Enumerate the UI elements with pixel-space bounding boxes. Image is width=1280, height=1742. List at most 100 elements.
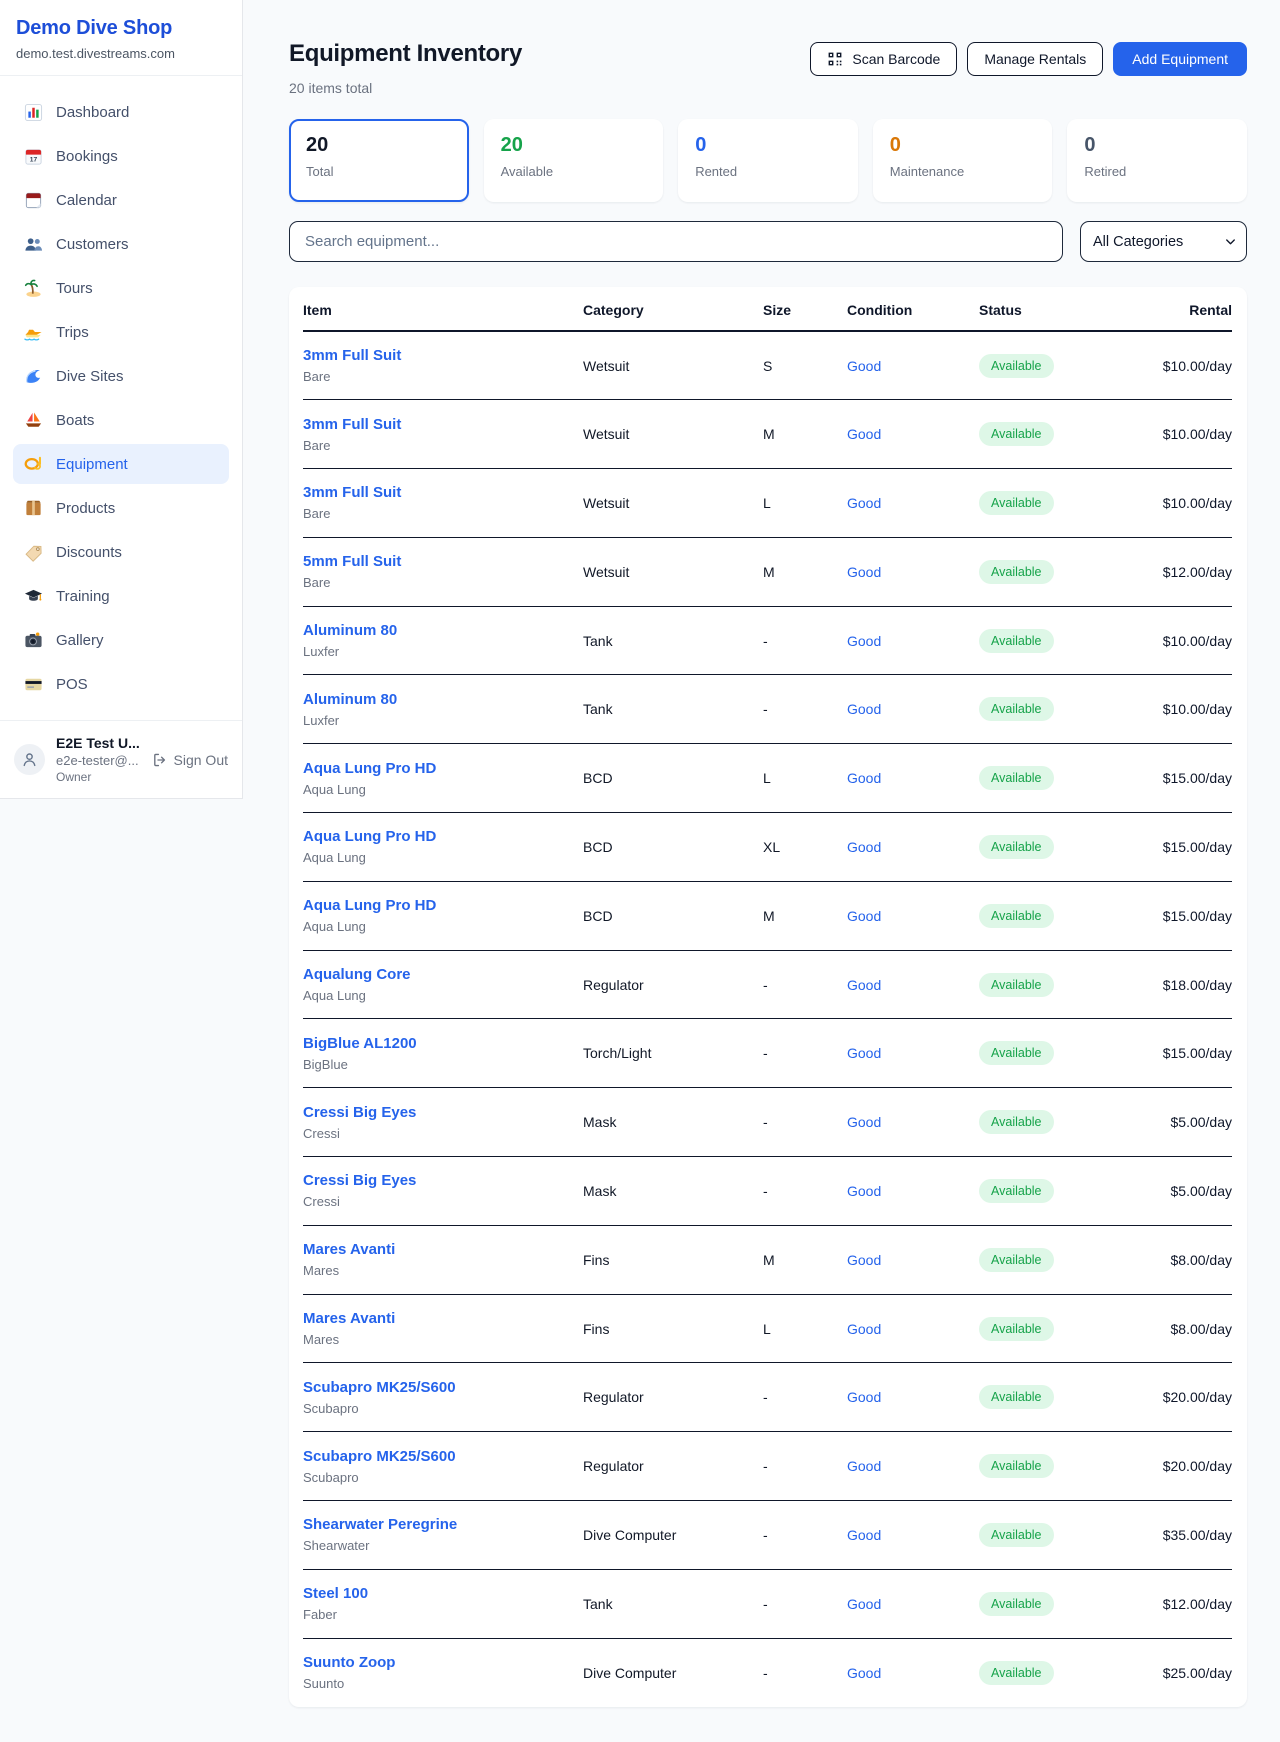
item-category: Tank	[583, 1569, 763, 1638]
item-condition-link[interactable]: Good	[847, 770, 881, 786]
item-name-link[interactable]: Aluminum 80	[303, 622, 583, 639]
item-condition-link[interactable]: Good	[847, 701, 881, 717]
page-header: Equipment Inventory 20 items total Scan …	[289, 40, 1247, 96]
sign-out-button[interactable]: Sign Out	[152, 752, 228, 768]
boats-icon	[24, 411, 43, 430]
equipment-icon	[24, 455, 43, 474]
item-name-link[interactable]: 5mm Full Suit	[303, 553, 583, 570]
stat-value: 20	[306, 133, 452, 157]
item-condition-link[interactable]: Good	[847, 358, 881, 374]
item-condition-link[interactable]: Good	[847, 977, 881, 993]
item-name-link[interactable]: Steel 100	[303, 1585, 583, 1602]
sidebar-item-dashboard[interactable]: Dashboard	[13, 92, 229, 132]
item-condition-link[interactable]: Good	[847, 1389, 881, 1405]
item-condition-link[interactable]: Good	[847, 839, 881, 855]
item-size: -	[763, 1363, 847, 1432]
sidebar-item-boats[interactable]: Boats	[13, 400, 229, 440]
page-title: Equipment Inventory	[289, 40, 522, 68]
item-condition-link[interactable]: Good	[847, 1183, 881, 1199]
sidebar-item-discounts[interactable]: Discounts	[13, 532, 229, 572]
item-name-link[interactable]: Mares Avanti	[303, 1310, 583, 1327]
table-row: Scubapro MK25/S600 Scubapro Regulator - …	[303, 1363, 1232, 1432]
stat-label: Available	[501, 164, 647, 179]
item-category: Tank	[583, 606, 763, 675]
sidebar-item-bookings[interactable]: Bookings	[13, 136, 229, 176]
item-condition-link[interactable]: Good	[847, 495, 881, 511]
sidebar-item-training[interactable]: Training	[13, 576, 229, 616]
sidebar-item-equipment[interactable]: Equipment	[13, 444, 229, 484]
item-name-link[interactable]: Aluminum 80	[303, 691, 583, 708]
item-condition-link[interactable]: Good	[847, 1252, 881, 1268]
add-equipment-button[interactable]: Add Equipment	[1113, 42, 1247, 76]
item-name-link[interactable]: Suunto Zoop	[303, 1654, 583, 1671]
item-name-link[interactable]: Aqua Lung Pro HD	[303, 828, 583, 845]
item-size: -	[763, 1501, 847, 1570]
item-condition-link[interactable]: Good	[847, 1114, 881, 1130]
item-condition-link[interactable]: Good	[847, 1321, 881, 1337]
item-name-link[interactable]: Cressi Big Eyes	[303, 1172, 583, 1189]
item-condition-link[interactable]: Good	[847, 1596, 881, 1612]
sidebar-item-dive-sites[interactable]: Dive Sites	[13, 356, 229, 396]
item-condition-link[interactable]: Good	[847, 1458, 881, 1474]
item-condition-link[interactable]: Good	[847, 1527, 881, 1543]
item-condition-link[interactable]: Good	[847, 1045, 881, 1061]
item-condition-link[interactable]: Good	[847, 633, 881, 649]
table-row: Aqua Lung Pro HD Aqua Lung BCD M Good Av…	[303, 881, 1232, 950]
sidebar-item-label: Calendar	[56, 192, 117, 209]
item-condition-link[interactable]: Good	[847, 564, 881, 580]
sidebar-item-tours[interactable]: Tours	[13, 268, 229, 308]
item-name-link[interactable]: Cressi Big Eyes	[303, 1104, 583, 1121]
trips-icon	[24, 323, 43, 342]
user-info: E2E Test U... e2e-tester@... Owner	[56, 735, 141, 784]
item-size: S	[763, 331, 847, 400]
item-name-link[interactable]: Mares Avanti	[303, 1241, 583, 1258]
sidebar-item-customers[interactable]: Customers	[13, 224, 229, 264]
item-name-link[interactable]: Scubapro MK25/S600	[303, 1448, 583, 1465]
item-name-link[interactable]: Scubapro MK25/S600	[303, 1379, 583, 1396]
item-category: Wetsuit	[583, 400, 763, 469]
item-condition-link[interactable]: Good	[847, 426, 881, 442]
filter-bar: All Categories	[289, 221, 1247, 262]
item-brand: Aqua Lung	[303, 850, 583, 865]
sidebar-item-calendar[interactable]: Calendar	[13, 180, 229, 220]
item-brand: Cressi	[303, 1126, 583, 1141]
status-badge: Available	[979, 835, 1054, 859]
stat-card-retired[interactable]: 0 Retired	[1067, 119, 1247, 202]
scan-barcode-button[interactable]: Scan Barcode	[810, 42, 957, 76]
table-row: Aqua Lung Pro HD Aqua Lung BCD XL Good A…	[303, 813, 1232, 882]
status-badge: Available	[979, 560, 1054, 584]
item-brand: Luxfer	[303, 644, 583, 659]
item-name-link[interactable]: Shearwater Peregrine	[303, 1516, 583, 1533]
sidebar-item-gallery[interactable]: Gallery	[13, 620, 229, 660]
table-row: BigBlue AL1200 BigBlue Torch/Light - Goo…	[303, 1019, 1232, 1088]
user-email: e2e-tester@...	[56, 753, 141, 768]
col-condition: Condition	[847, 287, 979, 331]
sidebar-item-pos[interactable]: POS	[13, 664, 229, 704]
manage-rentals-button[interactable]: Manage Rentals	[967, 42, 1103, 76]
stat-card-rented[interactable]: 0 Rented	[678, 119, 858, 202]
item-name-link[interactable]: Aqua Lung Pro HD	[303, 760, 583, 777]
item-size: -	[763, 1432, 847, 1501]
item-size: M	[763, 400, 847, 469]
item-name-link[interactable]: 3mm Full Suit	[303, 416, 583, 433]
category-select[interactable]: All Categories	[1080, 221, 1247, 262]
table-row: 3mm Full Suit Bare Wetsuit M Good Availa…	[303, 400, 1232, 469]
item-condition-link[interactable]: Good	[847, 1665, 881, 1681]
item-rental-price: $15.00/day	[1139, 813, 1232, 882]
item-rental-price: $18.00/day	[1139, 950, 1232, 1019]
search-input[interactable]	[289, 221, 1063, 262]
item-rental-price: $5.00/day	[1139, 1157, 1232, 1226]
stat-card-maintenance[interactable]: 0 Maintenance	[873, 119, 1053, 202]
item-name-link[interactable]: 3mm Full Suit	[303, 484, 583, 501]
stat-card-available[interactable]: 20 Available	[484, 119, 664, 202]
item-name-link[interactable]: Aqua Lung Pro HD	[303, 897, 583, 914]
item-name-link[interactable]: Aqualung Core	[303, 966, 583, 983]
item-name-link[interactable]: BigBlue AL1200	[303, 1035, 583, 1052]
sidebar-item-products[interactable]: Products	[13, 488, 229, 528]
item-name-link[interactable]: 3mm Full Suit	[303, 347, 583, 364]
stat-card-total[interactable]: 20 Total	[289, 119, 469, 202]
sidebar-item-trips[interactable]: Trips	[13, 312, 229, 352]
item-category: Wetsuit	[583, 469, 763, 538]
discounts-icon	[24, 543, 43, 562]
item-condition-link[interactable]: Good	[847, 908, 881, 924]
